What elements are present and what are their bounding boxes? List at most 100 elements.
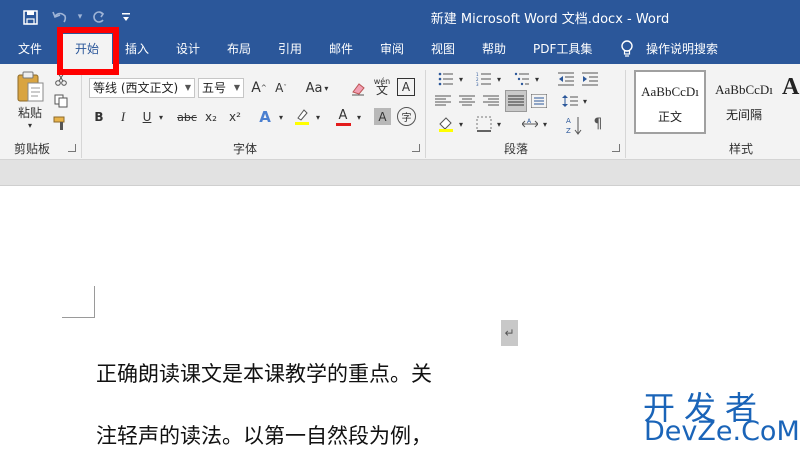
format-painter-icon[interactable]: [52, 114, 70, 132]
font-name-select[interactable]: 等线 (西文正文) ▼: [89, 78, 195, 98]
clipboard-group-label: 剪贴板: [14, 142, 51, 156]
style-no-spacing[interactable]: AaBbCcDı 无间隔: [708, 70, 780, 134]
grow-font-button[interactable]: A ^: [250, 78, 268, 98]
borders-dropdown-icon[interactable]: ▾: [495, 117, 503, 131]
cut-icon[interactable]: [52, 70, 70, 88]
phonetic-guide-button[interactable]: wén 文: [372, 74, 392, 98]
clear-formatting-icon[interactable]: [348, 78, 368, 98]
highlight-color-icon[interactable]: [292, 106, 312, 128]
style-sample-text: AaBbCcDı: [641, 84, 699, 99]
tab-design[interactable]: 设计: [176, 34, 200, 64]
bullets-dropdown-icon[interactable]: ▾: [457, 72, 465, 86]
style-name-text: 正文: [657, 110, 682, 124]
tab-help[interactable]: 帮助: [482, 34, 506, 64]
paste-dropdown-icon[interactable]: ▾: [22, 120, 38, 130]
decrease-indent-icon[interactable]: [556, 70, 576, 88]
tab-pdf-tools[interactable]: PDF工具集: [533, 34, 592, 64]
tab-file[interactable]: 文件: [18, 34, 42, 64]
clipboard-launcher-icon[interactable]: [68, 144, 76, 152]
change-case-button[interactable]: Aa ▾: [302, 78, 332, 98]
numbering-icon[interactable]: 123: [474, 70, 494, 88]
strikethrough-button[interactable]: abc: [176, 108, 198, 126]
body-text-line[interactable]: 正确朗读课文是本课教学的重点。关: [96, 358, 432, 388]
font-color-dropdown-icon[interactable]: ▾: [354, 108, 364, 126]
show-hide-marks-icon[interactable]: ¶: [590, 114, 606, 134]
tab-mailings[interactable]: 邮件: [329, 34, 353, 64]
text-effects-dropdown-icon[interactable]: ▾: [276, 108, 286, 126]
group-divider: [625, 70, 626, 158]
style-sample-text: A: [782, 74, 800, 100]
customize-quick-access-icon[interactable]: [116, 8, 136, 26]
tab-layout[interactable]: 布局: [227, 34, 251, 64]
underline-dropdown-icon[interactable]: ▾: [156, 108, 166, 126]
shrink-font-icon: A: [275, 81, 284, 95]
tab-insert[interactable]: 插入: [125, 34, 149, 64]
copy-icon[interactable]: [52, 92, 70, 110]
undo-dropdown-icon[interactable]: ▾: [70, 8, 90, 26]
style-normal[interactable]: AaBbCcDı 正文: [634, 70, 706, 134]
style-heading-1[interactable]: A: [782, 70, 800, 134]
bullets-icon[interactable]: [436, 70, 456, 88]
svg-text:A: A: [566, 117, 571, 125]
undo-icon[interactable]: [50, 8, 70, 26]
sort-icon[interactable]: AZ: [564, 114, 584, 136]
ribbon: 粘贴 ▾ 剪贴板 等线 (西文正文) ▼ 五号 ▼ A ^ Aˇ Aa ▾ wén 文…: [0, 64, 800, 160]
borders-icon[interactable]: [474, 114, 494, 134]
save-icon[interactable]: [20, 8, 40, 26]
paste-icon[interactable]: [12, 70, 48, 104]
asian-layout-dropdown-icon[interactable]: ▾: [541, 117, 549, 131]
styles-group-label: 样式: [729, 142, 754, 156]
grow-font-icon: A: [251, 80, 261, 96]
paragraph-launcher-icon[interactable]: [612, 144, 620, 152]
line-spacing-icon[interactable]: [560, 92, 580, 110]
font-size-value: 五号: [202, 81, 227, 95]
font-name-value: 等线 (西文正文): [93, 81, 179, 95]
enclose-characters-button[interactable]: 字: [397, 107, 416, 126]
align-left-icon[interactable]: [434, 92, 452, 110]
group-divider: [81, 70, 82, 158]
tab-references[interactable]: 引用: [278, 34, 302, 64]
underline-button[interactable]: U: [140, 108, 154, 126]
font-launcher-icon[interactable]: [412, 144, 420, 152]
lightbulb-icon[interactable]: [620, 34, 636, 64]
paragraph-group-label: 段落: [504, 142, 529, 156]
increase-indent-icon[interactable]: [580, 70, 600, 88]
title-bar: ▾ 新建 Microsoft Word 文档.docx - Word: [0, 0, 800, 34]
text-effects-button[interactable]: A: [256, 108, 274, 126]
menu-bar: 文件 开始 插入 设计 布局 引用 邮件 审阅 视图 帮助 PDF工具集 操作说…: [0, 34, 800, 64]
align-right-icon[interactable]: [482, 92, 500, 110]
body-text-line[interactable]: 注轻声的读法。以第一自然段为例，: [96, 420, 432, 450]
asian-layout-icon[interactable]: A: [520, 114, 540, 134]
tab-view[interactable]: 视图: [431, 34, 455, 64]
tab-review[interactable]: 审阅: [380, 34, 404, 64]
multilevel-dropdown-icon[interactable]: ▾: [533, 72, 541, 86]
numbering-dropdown-icon[interactable]: ▾: [495, 72, 503, 86]
multilevel-list-icon[interactable]: [512, 70, 532, 88]
shrink-font-button[interactable]: Aˇ: [272, 78, 290, 98]
distributed-icon[interactable]: [530, 92, 548, 110]
svg-text:3: 3: [476, 82, 479, 86]
font-color-button[interactable]: A: [334, 106, 352, 128]
paste-button-label[interactable]: 粘贴: [12, 104, 48, 120]
italic-button[interactable]: I: [116, 108, 130, 126]
shading-dropdown-icon[interactable]: ▾: [457, 117, 465, 131]
shading-icon[interactable]: [436, 114, 456, 134]
bold-button[interactable]: B: [92, 108, 106, 126]
redo-icon[interactable]: [88, 8, 108, 26]
subscript-button[interactable]: x₂: [202, 108, 220, 126]
superscript-button[interactable]: x²: [226, 108, 244, 126]
watermark-english: DevZe.CoM: [644, 416, 800, 447]
tell-me-search[interactable]: 操作说明搜索: [646, 34, 718, 64]
character-border-button[interactable]: A: [397, 78, 415, 96]
font-color-bar: [335, 122, 351, 126]
justify-icon[interactable]: [505, 90, 527, 112]
tab-home[interactable]: 开始: [62, 34, 112, 64]
character-shading-button[interactable]: A: [374, 108, 391, 125]
align-center-icon[interactable]: [458, 92, 476, 110]
font-group-label: 字体: [233, 142, 258, 156]
font-color-letter: A: [338, 107, 348, 123]
highlight-dropdown-icon[interactable]: ▾: [313, 108, 323, 126]
chevron-down-icon: ▼: [233, 83, 240, 92]
font-size-select[interactable]: 五号 ▼: [198, 78, 244, 98]
line-spacing-dropdown-icon[interactable]: ▾: [581, 94, 589, 108]
